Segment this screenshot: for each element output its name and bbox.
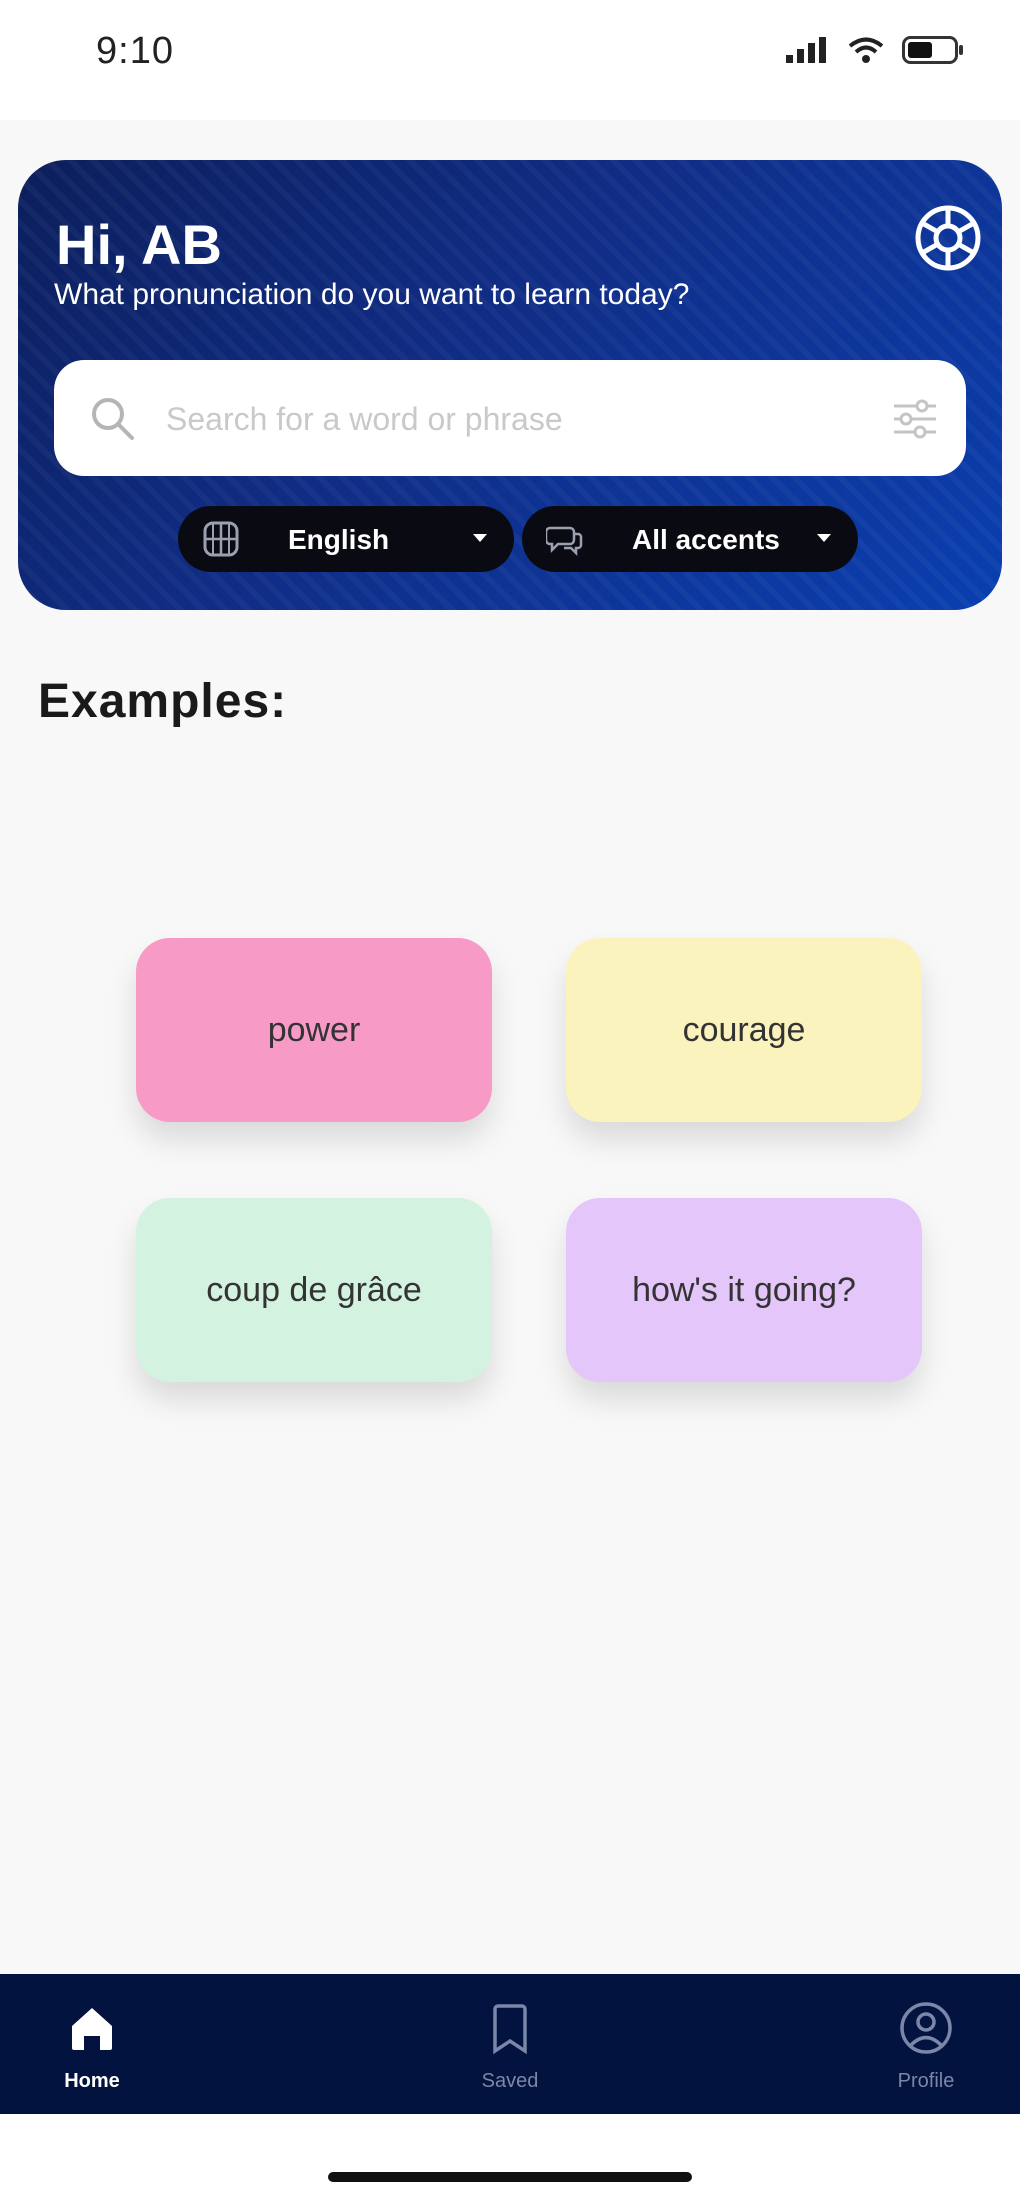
globe-icon — [203, 521, 239, 557]
example-tile-hows-it-going[interactable]: how's it going? — [566, 1198, 922, 1382]
example-tile-coup-de-grace[interactable]: coup de grâce — [136, 1198, 492, 1382]
speech-bubbles-icon — [546, 526, 583, 557]
language-label: English — [288, 524, 390, 555]
chevron-down-icon — [817, 534, 831, 542]
example-tile-label: how's it going? — [632, 1270, 856, 1309]
home-icon — [72, 2008, 112, 2050]
nav-label-saved: Saved — [481, 2070, 539, 2092]
search-input[interactable] — [164, 390, 888, 448]
status-time: 9:10 — [96, 30, 174, 72]
header-card: Hi, AB What pronunciation do you want to… — [18, 160, 1002, 610]
settings-button[interactable] — [912, 202, 984, 274]
battery-icon — [902, 36, 963, 64]
signal-icon — [786, 37, 826, 63]
nav-item-home[interactable]: Home — [0, 1974, 192, 2114]
greeting-subtitle: What pronunciation do you want to learn … — [54, 278, 690, 311]
search-bar — [54, 360, 966, 476]
home-indicator-area — [0, 2114, 1020, 2204]
nav-label-profile: Profile — [897, 2070, 955, 2092]
accent-label: All accents — [632, 524, 780, 555]
example-tile-courage[interactable]: courage — [566, 938, 922, 1122]
examples-heading: Examples: — [38, 675, 288, 728]
example-tile-label: courage — [682, 1010, 806, 1049]
accent-dropdown[interactable]: All accents — [522, 506, 858, 572]
chevron-down-icon — [473, 534, 487, 542]
search-icon — [92, 398, 134, 440]
wifi-icon — [848, 37, 884, 63]
status-bar: 9:10 — [0, 0, 1020, 120]
nav-item-profile[interactable]: Profile — [826, 1974, 1020, 2114]
filter-icon[interactable] — [890, 396, 940, 442]
status-icons — [786, 36, 964, 64]
gear-icon — [915, 205, 981, 271]
example-tile-label: coup de grâce — [206, 1270, 422, 1309]
bottom-navigation: Home Saved Profile — [0, 1974, 1020, 2114]
bookmark-icon — [493, 2004, 527, 2055]
nav-item-saved[interactable]: Saved — [410, 1974, 610, 2114]
profile-icon — [900, 2002, 952, 2054]
example-tile-label: power — [267, 1010, 361, 1049]
language-dropdown[interactable]: English — [178, 506, 514, 572]
example-tile-power[interactable]: power — [136, 938, 492, 1122]
home-indicator[interactable] — [328, 2172, 692, 2182]
nav-label-home: Home — [64, 2070, 120, 2092]
greeting-title: Hi, AB — [56, 213, 222, 276]
